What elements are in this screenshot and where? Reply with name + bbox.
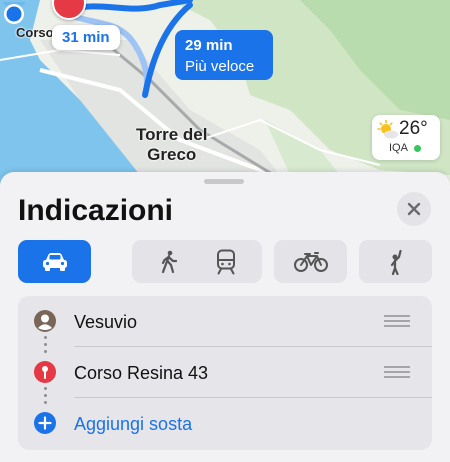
bicycle-icon: [293, 251, 328, 272]
train-icon: [216, 249, 235, 274]
mode-rideshare-button[interactable]: [359, 240, 432, 283]
stop-label-origin: Vesuvio: [74, 312, 138, 332]
mode-transit-button[interactable]: [189, 240, 262, 283]
place-label-torre-del-greco: Torre del Greco: [136, 125, 208, 164]
user-location-icon: [2, 2, 26, 24]
red-pin-icon: [34, 361, 56, 383]
weather-widget[interactable]: 26° IQA: [372, 115, 440, 160]
avatar-icon: [34, 310, 56, 332]
add-stop-label: Aggiungi sosta: [74, 414, 193, 434]
main-route-note: Più veloce: [185, 58, 255, 75]
sheet-grabber[interactable]: [204, 179, 244, 184]
directions-sheet: Indicazioni Vesuvio Corso Resina 43 Aggi…: [0, 172, 450, 462]
mode-bike-button[interactable]: [274, 240, 347, 283]
close-icon: [407, 202, 421, 216]
weather-aqi-label: IQA: [389, 142, 408, 154]
stop-label-destination: Corso Resina 43: [74, 363, 209, 383]
alt-route-time-bubble[interactable]: 31 min: [52, 25, 120, 50]
add-stop-button[interactable]: Aggiungi sosta: [18, 398, 432, 448]
stop-row-origin[interactable]: Vesuvio: [18, 296, 432, 346]
walk-icon: [161, 250, 177, 273]
route-stops-list: Vesuvio Corso Resina 43 Aggiungi sosta: [18, 296, 432, 450]
sun-cloud-icon: [377, 120, 398, 139]
weather-temperature: 26°: [399, 118, 428, 139]
aqi-status-dot: [414, 145, 421, 152]
main-route-time-bubble[interactable]: 29 min Più veloce: [175, 30, 273, 80]
plus-icon: [34, 412, 56, 434]
car-icon: [42, 252, 67, 271]
mode-car-button[interactable]: [18, 240, 91, 283]
close-button[interactable]: [397, 192, 431, 226]
main-route-time: 29 min: [185, 37, 233, 54]
sheet-title: Indicazioni: [18, 194, 174, 227]
drag-handle-icon[interactable]: [384, 366, 410, 378]
transport-mode-bar: [18, 240, 432, 283]
stop-row-destination[interactable]: Corso Resina 43: [18, 347, 432, 397]
person-wave-icon: [390, 249, 402, 275]
map-view[interactable]: Corso 31 min 29 min Più veloce Torre del…: [0, 0, 450, 200]
drag-handle-icon[interactable]: [384, 315, 410, 327]
